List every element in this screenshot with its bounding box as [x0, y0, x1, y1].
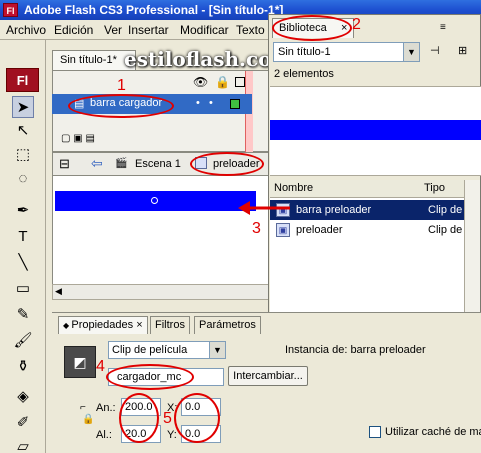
instance-of: Instancia de: barra preloader [285, 344, 426, 356]
stage-horizontal-scrollbar[interactable]: ◀ [52, 284, 270, 300]
cache-bitmap-label: Utilizar caché de ma [385, 426, 481, 438]
symbol-type-select[interactable]: Clip de película ▼ [108, 341, 226, 359]
window-title: Adobe Flash CS3 Professional - [Sin títu… [24, 3, 284, 17]
outline-icon[interactable] [235, 77, 245, 87]
close-icon[interactable]: × [133, 319, 142, 331]
chevron-down-icon[interactable]: ▼ [403, 43, 419, 61]
swap-button[interactable]: Intercambiar... [228, 366, 308, 386]
tools-panel: Fl ➤ ↖ ⬚ ◌ ✒ T ╲ ▭ ✎ 🖌 ⚱ ◈ ✐ ▱ [0, 40, 46, 453]
free-transform-tool-icon[interactable]: ⬚ [12, 144, 34, 166]
annotation-number-3: 3 [252, 220, 261, 237]
height-label: Al.: [96, 429, 112, 441]
annotation-oval-layer [68, 94, 174, 118]
annotation-oval-symbol [190, 152, 264, 176]
tab-filtros[interactable]: Filtros [150, 316, 190, 334]
tab-propiedades[interactable]: ◆ Propiedades × [58, 316, 148, 334]
annotation-oval-position [174, 393, 220, 443]
annotation-oval-size [119, 393, 159, 443]
layer-color-icon[interactable] [230, 99, 240, 109]
lock-proportions-icon[interactable]: 🔒 [82, 414, 94, 425]
menu-edicion[interactable]: Edición [54, 23, 93, 37]
rectangle-tool-icon[interactable]: ▭ [12, 278, 34, 300]
annotation-number-5: 5 [163, 410, 172, 427]
library-document-select[interactable]: Sin título-1 ▼ [273, 42, 420, 62]
menu-modificar[interactable]: Modificar [180, 23, 229, 37]
lock-icon[interactable]: 🔒 [215, 75, 230, 89]
scroll-left-icon[interactable]: ◀ [55, 286, 62, 297]
annotation-number-4: 4 [96, 358, 105, 375]
eraser-tool-icon[interactable]: ▱ [12, 436, 34, 453]
text-tool-icon[interactable]: T [12, 226, 34, 248]
selection-tool-icon[interactable]: ➤ [12, 96, 34, 118]
flash-app-icon: Fl [3, 3, 18, 17]
library-vertical-scrollbar[interactable] [464, 180, 480, 320]
width-label: An.: [96, 402, 116, 414]
tab-parametros[interactable]: Parámetros [194, 316, 261, 334]
subselection-tool-icon[interactable]: ↖ [12, 120, 34, 142]
menu-texto[interactable]: Texto [236, 23, 265, 37]
movieclip-icon: ▣ [276, 223, 290, 237]
scene-label[interactable]: Escena 1 [135, 158, 181, 170]
library-column-header: Nombre Tipo [270, 180, 464, 198]
column-type[interactable]: Tipo [424, 182, 445, 194]
pencil-tool-icon[interactable]: ✎ [12, 304, 34, 326]
loader-bar-shape[interactable] [55, 191, 256, 211]
cache-bitmap-checkbox[interactable] [369, 426, 381, 438]
scene-icon: 🎬 [115, 158, 128, 169]
column-name[interactable]: Nombre [274, 182, 313, 194]
constrain-bracket-icon: ⌐ [80, 402, 86, 413]
eyedropper-tool-icon[interactable]: ✐ [12, 412, 34, 434]
annotation-number-2: 2 [352, 16, 361, 33]
paint-bucket-tool-icon[interactable]: ◈ [12, 386, 34, 408]
list-item[interactable]: ▣ preloader Clip de [270, 220, 464, 240]
annotation-oval-instance [106, 364, 194, 390]
new-layer-icon[interactable]: ▢ ▣ ▤ [61, 133, 95, 144]
menu-insertar[interactable]: Insertar [128, 23, 169, 37]
list-item[interactable]: ▣ barra preloader Clip de [270, 200, 464, 220]
library-preview-shape [270, 120, 481, 140]
annotation-oval-library [272, 15, 352, 41]
library-options-icon[interactable]: ≡ [440, 22, 446, 33]
flash-logo: Fl [6, 68, 39, 92]
registration-point-icon [151, 197, 158, 204]
new-library-icon[interactable]: ⊞ [458, 44, 467, 57]
symbol-type-value: Clip de película [112, 344, 188, 356]
menu-ver[interactable]: Ver [104, 23, 122, 37]
menu-archivo[interactable]: Archivo [6, 23, 46, 37]
ink-bottle-tool-icon[interactable]: ⚱ [12, 356, 34, 378]
back-arrow-icon[interactable]: ⇦ [91, 155, 103, 172]
layer-dots: • • [196, 97, 213, 109]
annotation-number-1: 1 [117, 77, 126, 94]
brush-tool-icon[interactable]: 🖌 [12, 330, 34, 352]
line-tool-icon[interactable]: ╲ [12, 252, 34, 274]
eye-icon[interactable]: 👁 [193, 75, 208, 89]
chevron-down-icon[interactable]: ▼ [209, 342, 225, 358]
library-document-value: Sin título-1 [278, 46, 331, 58]
document-tab-label: Sin título-1* [60, 54, 117, 66]
timeline-toggle-icon[interactable]: ⊟ [59, 156, 70, 172]
annotation-arrow-icon [238, 201, 290, 215]
y-label: Y: [167, 429, 177, 441]
pin-icon[interactable]: ⊣ [430, 44, 440, 57]
symbol-type-icon: ◩ [64, 346, 96, 378]
lasso-tool-icon[interactable]: ◌ [12, 168, 34, 190]
library-list: ▣ barra preloader Clip de ▣ preloader Cl… [270, 198, 464, 320]
pen-tool-icon[interactable]: ✒ [12, 200, 34, 222]
library-item-count: 2 elementos [274, 68, 334, 80]
